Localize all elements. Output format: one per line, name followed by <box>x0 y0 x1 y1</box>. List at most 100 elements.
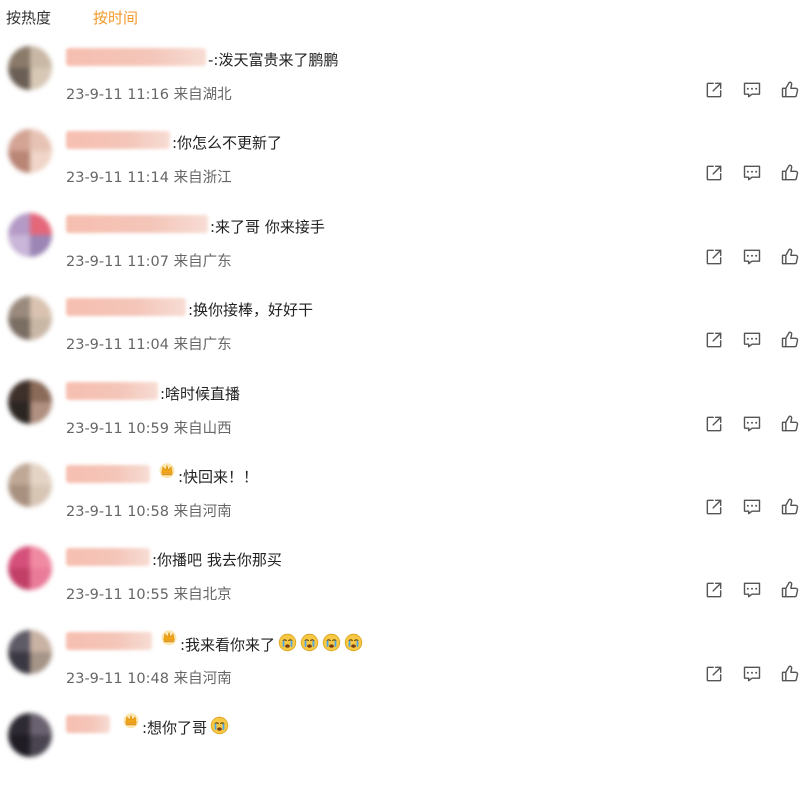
thumbs-up-icon <box>780 163 800 187</box>
comment-time: 23-9-11 11:04 <box>66 337 169 354</box>
like-button[interactable] <box>779 498 801 520</box>
share-button[interactable] <box>703 415 725 437</box>
comment-text: :我来看你来了 <box>180 633 363 656</box>
comment-time: 23-9-11 10:55 <box>66 587 169 604</box>
comment-item: :我来看你来了 23-9-11 10:48 来自河南 <box>0 620 809 703</box>
thumbs-up-icon <box>780 664 800 688</box>
comment-text-content: :你播吧 我去你那买 <box>152 551 282 570</box>
comment-time: 23-9-11 10:48 <box>66 670 169 687</box>
comment-meta: 23-9-11 10:58 来自河南 <box>66 500 232 521</box>
crying-face-icon <box>344 633 363 656</box>
comment-text-content: :快回来！！ <box>178 467 259 486</box>
reply-button[interactable] <box>741 331 763 353</box>
comment-icon <box>742 330 762 354</box>
share-button[interactable] <box>703 248 725 270</box>
comment-location: 来自山西 <box>173 420 232 437</box>
comment-location: 来自河南 <box>173 670 232 687</box>
like-button[interactable] <box>779 248 801 270</box>
comment-icon <box>742 664 762 688</box>
like-button[interactable] <box>779 581 801 603</box>
tab-sort-by-hot[interactable]: 按热度 <box>6 7 51 28</box>
comment-text-content: :你怎么不更新了 <box>172 134 283 153</box>
reply-button[interactable] <box>741 498 763 520</box>
like-button[interactable] <box>779 164 801 186</box>
comment-item: :换你接棒，好好干 23-9-11 11:04 来自广东 <box>0 286 809 369</box>
username-blurred[interactable] <box>66 548 150 567</box>
comment-icon <box>742 247 762 271</box>
thumbs-up-icon <box>780 330 800 354</box>
username-blurred[interactable] <box>66 298 186 317</box>
comment-text: :来了哥 你来接手 <box>210 216 325 237</box>
username-blurred[interactable] <box>66 381 158 400</box>
comment-location: 来自广东 <box>173 337 232 354</box>
username-blurred[interactable] <box>66 48 206 66</box>
comment-text: -:泼天富贵来了鹏鹏 <box>208 49 338 70</box>
like-button[interactable] <box>779 665 801 687</box>
comment-text: :你怎么不更新了 <box>172 132 282 153</box>
comment-item: -:泼天富贵来了鹏鹏 23-9-11 11:16 来自湖北 <box>0 36 809 119</box>
thumbs-up-icon <box>780 414 800 438</box>
comment-text: :换你接棒，好好干 <box>188 299 313 320</box>
comment-item: :来了哥 你来接手 23-9-11 11:07 来自广东 <box>0 203 809 286</box>
comment-text-content: :换你接棒，好好干 <box>188 301 314 320</box>
comment-actions <box>703 248 801 270</box>
like-button[interactable] <box>779 81 801 103</box>
avatar[interactable] <box>8 713 52 758</box>
comment-time: 23-9-11 10:59 <box>66 420 169 437</box>
username-blurred[interactable] <box>66 715 110 734</box>
share-icon <box>704 580 724 604</box>
share-button[interactable] <box>703 581 725 603</box>
avatar[interactable] <box>8 129 52 174</box>
avatar[interactable] <box>8 296 52 341</box>
username-blurred[interactable] <box>66 464 150 483</box>
avatar[interactable] <box>8 629 52 674</box>
reply-button[interactable] <box>741 248 763 270</box>
reply-button[interactable] <box>741 665 763 687</box>
comment-meta: 23-9-11 10:55 来自北京 <box>66 583 232 604</box>
comment-actions <box>703 498 801 520</box>
comment-item: :啥时候直播 23-9-11 10:59 来自山西 <box>0 370 809 453</box>
comment-text-content: :来了哥 你来接手 <box>210 217 325 236</box>
comment-time: 23-9-11 11:14 <box>66 170 169 187</box>
tab-sort-by-time[interactable]: 按时间 <box>93 7 138 28</box>
avatar[interactable] <box>8 379 52 424</box>
reply-button[interactable] <box>741 581 763 603</box>
crown-icon <box>158 461 176 479</box>
share-button[interactable] <box>703 331 725 353</box>
share-button[interactable] <box>703 498 725 520</box>
username-blurred[interactable] <box>66 214 208 233</box>
reply-button[interactable] <box>741 164 763 186</box>
comment-item: :你播吧 我去你那买 23-9-11 10:55 来自北京 <box>0 536 809 619</box>
avatar[interactable] <box>8 462 52 507</box>
comment-text: :快回来！！ <box>178 466 258 487</box>
share-button[interactable] <box>703 164 725 186</box>
comment-item: :想你了哥 <box>0 703 809 786</box>
comment-location: 来自湖北 <box>173 87 232 103</box>
comment-text-content: :想你了哥 <box>142 719 208 738</box>
comment-time: 23-9-11 11:07 <box>66 253 169 270</box>
comment-location: 来自北京 <box>173 587 232 604</box>
reply-button[interactable] <box>741 81 763 103</box>
username-blurred[interactable] <box>66 631 152 650</box>
avatar[interactable] <box>8 46 52 90</box>
share-icon <box>704 163 724 187</box>
thumbs-up-icon <box>780 497 800 521</box>
comment-location: 来自河南 <box>173 503 232 520</box>
avatar[interactable] <box>8 212 52 257</box>
like-button[interactable] <box>779 331 801 353</box>
share-icon <box>704 247 724 271</box>
like-button[interactable] <box>779 415 801 437</box>
username-blurred[interactable] <box>66 131 170 150</box>
share-button[interactable] <box>703 81 725 103</box>
comment-icon <box>742 80 762 104</box>
comment-actions <box>703 665 801 687</box>
thumbs-up-icon <box>780 247 800 271</box>
crying-face-icon <box>210 716 229 739</box>
share-button[interactable] <box>703 665 725 687</box>
share-icon <box>704 414 724 438</box>
avatar[interactable] <box>8 546 52 591</box>
reply-button[interactable] <box>741 415 763 437</box>
comment-location: 来自广东 <box>173 253 232 270</box>
comment-icon <box>742 163 762 187</box>
comment-meta: 23-9-11 11:04 来自广东 <box>66 333 232 354</box>
